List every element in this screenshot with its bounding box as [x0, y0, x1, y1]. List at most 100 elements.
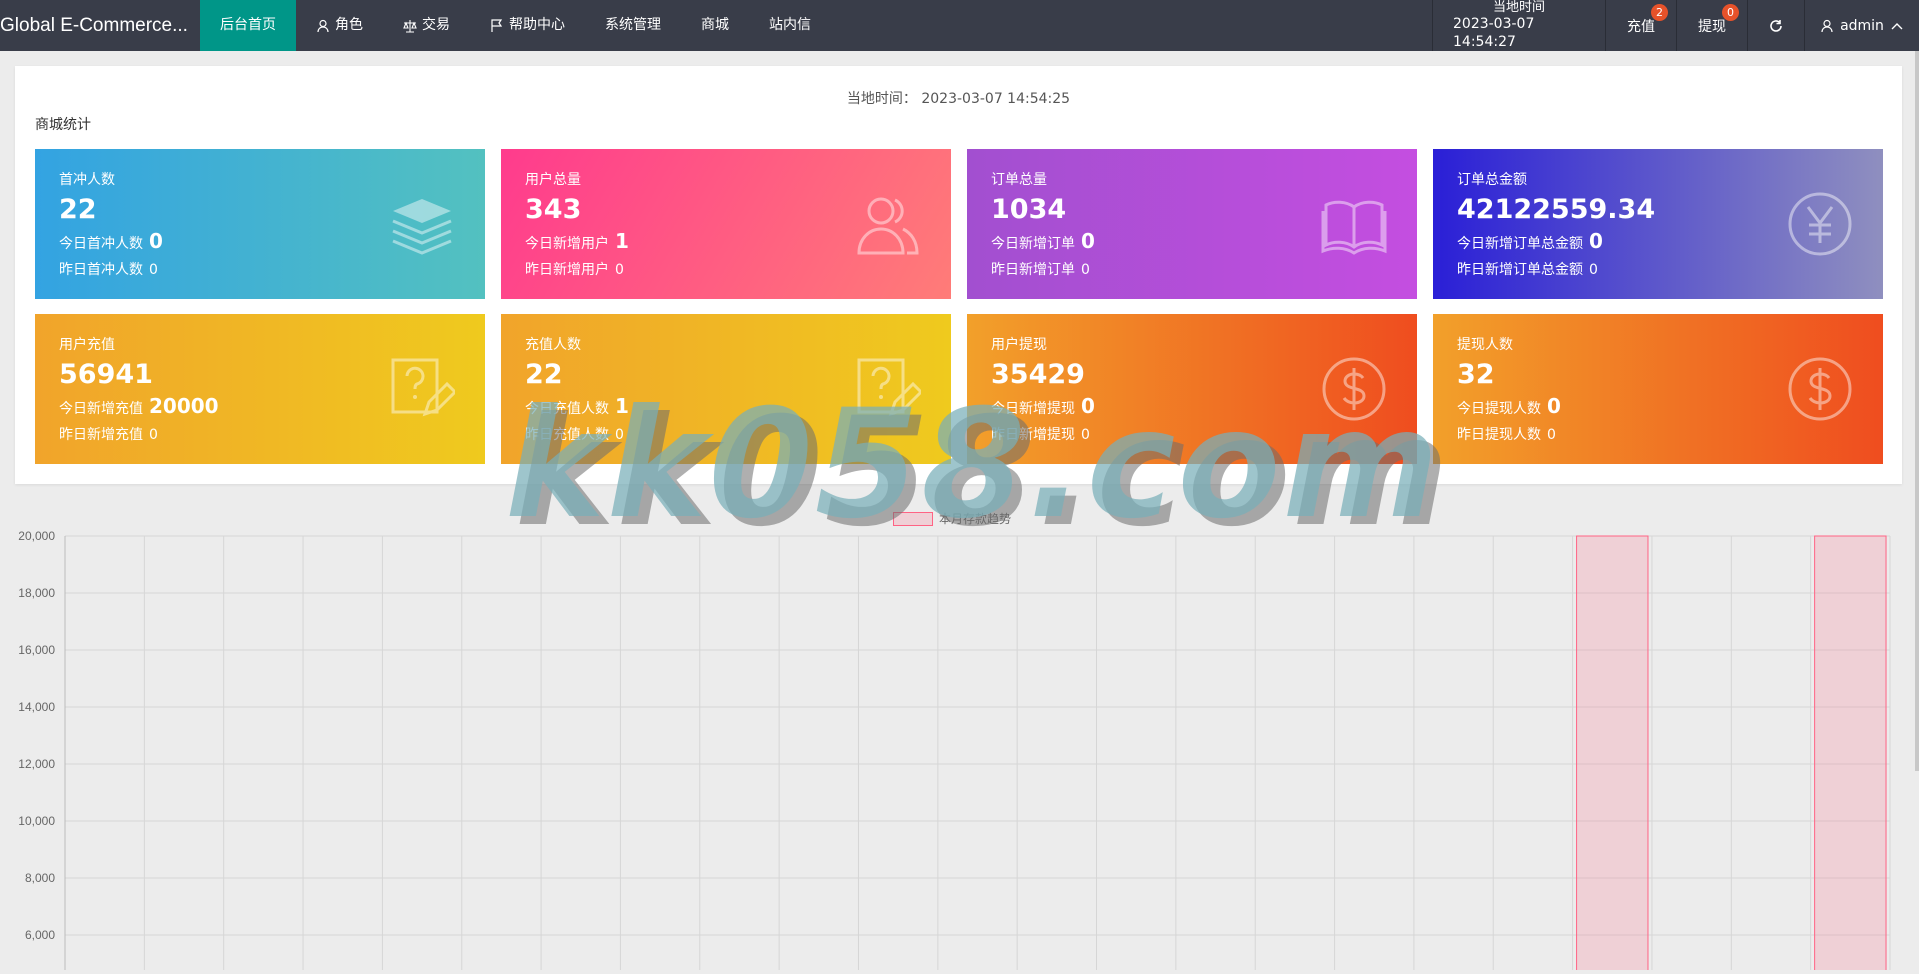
card-today-value: 0: [1589, 229, 1603, 253]
card-title: 充值人数: [525, 337, 581, 353]
card-today-value: 0: [1081, 394, 1095, 418]
card-yesterday-value: 0: [1589, 262, 1598, 278]
users-icon: [857, 197, 919, 255]
nav-item-trade[interactable]: 交易: [383, 0, 470, 51]
card-today-label: 今日新增订单总金额: [1457, 236, 1583, 252]
card-yesterday: 昨日新增订单 0: [991, 259, 1393, 279]
card-title: 订单总量: [991, 172, 1047, 188]
card-yesterday-value: 0: [615, 262, 624, 278]
nav-item-messages[interactable]: 站内信: [749, 0, 831, 51]
top-navbar: Global E-Commerce... 后台首页 角色 交易 帮助中心 系统管…: [0, 0, 1919, 51]
recharge-button[interactable]: 充值 2: [1605, 0, 1676, 51]
card-yesterday-label: 昨日新增用户: [525, 262, 609, 278]
nav-item-help[interactable]: 帮助中心: [470, 0, 585, 51]
stat-card-orders[interactable]: 订单总量 1034 今日新增订单 0 昨日新增订单 0: [967, 149, 1417, 299]
section-title: 商城统计: [35, 117, 91, 133]
card-yesterday-label: 昨日首冲人数: [59, 262, 143, 278]
card-yesterday-value: 0: [615, 427, 624, 443]
card-yesterday: 昨日新增订单总金额 0: [1457, 259, 1859, 279]
nav-item-label: 角色: [335, 17, 363, 33]
stat-card-withdraw[interactable]: 用户提现 35429 今日新增提现 0 昨日新增提现 0: [967, 314, 1417, 464]
card-yesterday-value: 0: [1081, 427, 1090, 443]
nav-item-label: 后台首页: [220, 17, 276, 33]
user-icon: [317, 19, 329, 32]
chart-bar[interactable]: [1576, 535, 1649, 974]
clock-label: 当地时间: [1492, 0, 1545, 15]
card-title: 首冲人数: [59, 172, 115, 188]
recharge-badge: 2: [1651, 4, 1668, 21]
stat-card-recharge[interactable]: 用户充值 56941 今日新增充值 20000 昨日新增充值 0: [35, 314, 485, 464]
chart-bar[interactable]: [1814, 535, 1887, 974]
card-today-label: 今日提现人数: [1457, 401, 1541, 417]
y-tick-label: 18,000: [18, 586, 55, 600]
card-title: 用户总量: [525, 172, 581, 188]
nav-item-label: 帮助中心: [509, 17, 565, 33]
recharge-label: 充值: [1627, 18, 1655, 35]
card-yesterday: 昨日新增提现 0: [991, 424, 1393, 444]
stat-card-recharge-users[interactable]: 充值人数 22 今日充值人数 1 昨日充值人数 0: [501, 314, 951, 464]
card-today-label: 今日新增用户: [525, 236, 609, 252]
clock-value: 2023-03-07 14:54:27: [1453, 16, 1535, 50]
y-tick-label: 10,000: [18, 814, 55, 828]
card-today-label: 今日新增订单: [991, 236, 1075, 252]
stat-card-users[interactable]: 用户总量 343 今日新增用户 1 昨日新增用户 0: [501, 149, 951, 299]
y-tick-label: 8,000: [25, 871, 55, 885]
card-yesterday: 昨日新增用户 0: [525, 259, 927, 279]
chart-legend[interactable]: 本月存款趋势: [893, 510, 1011, 527]
nav-item-mall[interactable]: 商城: [681, 0, 749, 51]
card-yesterday-value: 0: [149, 427, 158, 443]
help-edit-icon: [857, 358, 921, 417]
admin-label: admin: [1840, 17, 1884, 34]
y-tick-label: 12,000: [18, 757, 55, 771]
card-yesterday-label: 昨日充值人数: [525, 427, 609, 443]
card-yesterday-label: 昨日新增订单总金额: [1457, 262, 1583, 278]
card-today-value: 0: [149, 229, 163, 253]
main-nav: 后台首页 角色 交易 帮助中心 系统管理 商城 站内信: [200, 0, 831, 51]
stat-card-order-amount[interactable]: 订单总金额 42122559.34 今日新增订单总金额 0 昨日新增订单总金额 0: [1433, 149, 1883, 299]
dollar-icon: [1788, 357, 1852, 421]
y-tick-label: 20,000: [18, 529, 55, 543]
yen-icon: [1788, 192, 1852, 256]
card-yesterday-label: 昨日提现人数: [1457, 427, 1541, 443]
admin-menu[interactable]: admin: [1804, 0, 1919, 51]
nav-item-system[interactable]: 系统管理: [585, 0, 681, 51]
dollar-icon: [1322, 357, 1386, 421]
header-clock: 当地时间 2023-03-07 14:54:27: [1432, 0, 1605, 51]
card-title: 提现人数: [1457, 337, 1513, 353]
withdraw-label: 提现: [1698, 18, 1726, 35]
refresh-button[interactable]: [1747, 0, 1804, 51]
card-today-label: 今日首冲人数: [59, 236, 143, 252]
card-title: 订单总金额: [1457, 172, 1527, 188]
card-yesterday: 昨日首冲人数 0: [59, 259, 461, 279]
y-tick-label: 14,000: [18, 700, 55, 714]
card-today-value: 0: [1547, 394, 1561, 418]
withdraw-badge: 0: [1722, 4, 1739, 21]
scale-icon: [403, 19, 417, 33]
card-yesterday: 昨日提现人数 0: [1457, 424, 1859, 444]
user-icon: [1821, 19, 1833, 32]
nav-item-label: 系统管理: [605, 17, 661, 33]
nav-item-role[interactable]: 角色: [296, 0, 383, 51]
brand-logo[interactable]: Global E-Commerce...: [0, 0, 200, 51]
layers-icon: [392, 199, 452, 255]
nav-item-label: 交易: [422, 17, 450, 33]
card-yesterday-label: 昨日新增充值: [59, 427, 143, 443]
card-yesterday: 昨日新增充值 0: [59, 424, 461, 444]
nav-item-label: 站内信: [769, 17, 811, 33]
book-icon: [1321, 200, 1387, 255]
card-title: 用户提现: [991, 337, 1047, 353]
refresh-icon: [1770, 19, 1782, 32]
withdraw-button[interactable]: 提现 0: [1676, 0, 1747, 51]
stat-card-withdraw-users[interactable]: 提现人数 32 今日提现人数 0 昨日提现人数 0: [1433, 314, 1883, 464]
nav-item-dashboard[interactable]: 后台首页: [200, 0, 296, 51]
page-scrollbar[interactable]: [1915, 51, 1919, 771]
local-time: 当地时间： 2023-03-07 14:54:25: [846, 91, 1071, 107]
deposit-chart: 本月存款趋势 20,000 18,000 16,000 14,000 12,000 10,…: [0, 506, 1919, 974]
card-yesterday-label: 昨日新增订单: [991, 262, 1075, 278]
chart-canvas: 20,000 18,000 16,000 14,000 12,000 10,000 8,00…: [18, 529, 1891, 974]
card-today-value: 1: [615, 229, 629, 253]
card-today-label: 今日充值人数: [525, 401, 609, 417]
stat-card-first-recharge[interactable]: 首冲人数 22 今日首冲人数 0 昨日首冲人数 0: [35, 149, 485, 299]
header-right: 当地时间 2023-03-07 14:54:27 充值 2 提现 0 admin: [1432, 0, 1919, 51]
legend-swatch: [893, 511, 933, 526]
